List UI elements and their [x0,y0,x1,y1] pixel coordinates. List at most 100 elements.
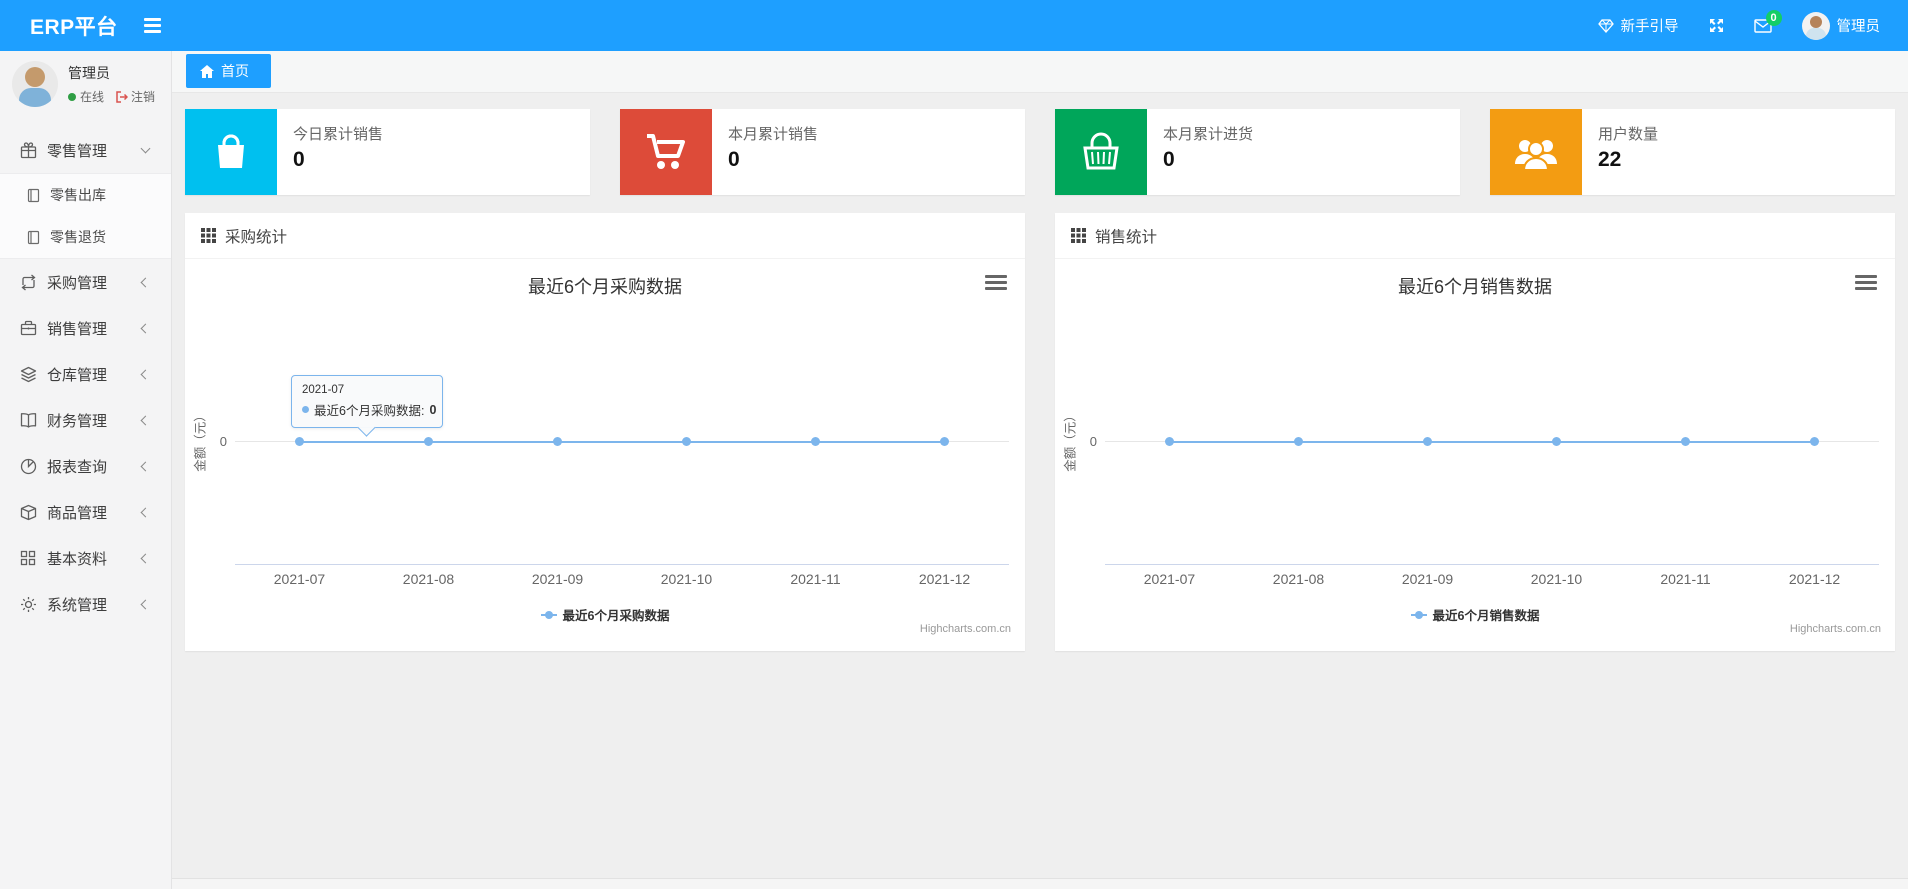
purchase-stats-panel: 采购统计 最近6个月采购数据 金额（元） 0 2021-07 2021-08 2… [185,213,1025,651]
card-value: 22 [1598,148,1622,171]
messages-button[interactable]: 0 [1753,9,1782,33]
card-label: 今日累计销售 [293,126,384,143]
sidebar-item-label: 采购管理 [47,274,108,292]
card-month-sales[interactable]: 本月累计销售 0 [620,109,1025,195]
sidebar-item-label: 销售管理 [47,320,108,338]
sidebar-item-label: 零售退货 [50,229,106,245]
sidebar-item-label: 基本资料 [47,550,108,568]
th-grid-icon [201,228,216,243]
basket-icon [1055,109,1147,195]
card-month-purchase[interactable]: 本月累计进货 0 [1055,109,1460,195]
sidebar-item-products[interactable]: 商品管理 [0,489,171,535]
series-dot-icon [302,406,309,413]
data-point[interactable] [1681,437,1690,446]
sidebar-item-reports[interactable]: 报表查询 [0,443,171,489]
online-status-label: 在线 [80,90,105,104]
series-line [299,441,945,443]
sidebar-username: 管理员 [68,65,110,81]
data-point[interactable] [1551,437,1561,446]
gear-icon [20,595,38,613]
data-point[interactable] [1423,437,1433,446]
sidebar-toggle-icon[interactable] [143,18,161,33]
data-point[interactable] [1164,437,1174,446]
sidebar-item-finance[interactable]: 财务管理 [0,397,171,443]
gift-icon [20,141,38,159]
sidebar-item-label: 报表查询 [47,458,108,476]
purchase-chart: 最近6个月采购数据 金额（元） 0 2021-07 2021-08 2021-0… [185,259,1025,649]
bottom-divider [172,878,1908,889]
y-axis-title: 金额（元） [1063,409,1078,472]
x-tick-label: 2021-08 [402,571,455,587]
data-point[interactable] [1810,437,1820,446]
x-axis-line [235,564,1009,565]
tab-home[interactable]: 首页 [186,54,271,88]
highcharts-credit-link[interactable]: Highcharts.com.cn [920,623,1011,635]
card-label: 用户数量 [1598,126,1659,143]
sidebar-item-purchase[interactable]: 采购管理 [0,259,171,305]
journal-icon [26,229,42,245]
y-axis-tick: 0 [1089,434,1097,449]
sidebar-item-label: 仓库管理 [47,366,108,384]
y-axis-tick: 0 [219,434,227,449]
sidebar-item-basic-data[interactable]: 基本资料 [0,535,171,581]
chart-panels-row: 采购统计 最近6个月采购数据 金额（元） 0 2021-07 2021-08 2… [185,213,1895,651]
sidebar-item-sales[interactable]: 销售管理 [0,305,171,351]
sidebar-item-retail-return[interactable]: 零售退货 [0,216,171,258]
briefcase-icon [20,319,38,337]
exchange-icon [20,273,38,291]
retail-submenu: 零售出库 零售退货 [0,173,171,259]
chart-tooltip: 2021-07 最近6个月采购数据: 0 [291,375,443,428]
shopping-bag-icon [185,109,277,195]
sidebar-item-label: 商品管理 [47,504,108,522]
legend-marker-icon [1410,610,1427,620]
logout-icon [116,90,129,103]
x-tick-label: 2021-09 [531,571,584,587]
guide-button[interactable]: 新手引导 [1597,15,1679,36]
chevron-left-icon [140,323,151,334]
card-value: 0 [1163,148,1175,171]
data-point[interactable] [940,437,950,446]
data-point[interactable] [553,437,563,446]
main-content: 首页 今日累计销售 0 本月累计销售 0 本月累计进货 0 用户数量 22 采购… [172,51,1908,889]
plot-area: 2021-07 2021-08 2021-09 2021-10 2021-11 … [235,259,1009,649]
fullscreen-button[interactable] [1709,18,1724,33]
user-menu[interactable]: 管理员 [1801,11,1881,40]
sales-chart: 最近6个月销售数据 金额（元） 0 2021-07 2021-08 2021-0… [1055,259,1895,649]
chevron-left-icon [140,277,151,288]
highcharts-credit-link[interactable]: Highcharts.com.cn [1790,623,1881,635]
legend-item[interactable]: 最近6个月销售数据 [1410,605,1539,624]
shopping-cart-icon [620,109,712,195]
card-user-count[interactable]: 用户数量 22 [1490,109,1895,195]
avatar [1801,11,1830,40]
legend-item[interactable]: 最近6个月采购数据 [540,605,669,624]
data-point[interactable] [1294,437,1303,446]
data-point[interactable] [424,437,433,446]
card-label: 本月累计进货 [1163,126,1254,143]
logout-button[interactable]: 注销 [116,88,155,105]
card-value: 0 [728,148,740,171]
username-label: 管理员 [1836,19,1881,35]
sidebar-item-label: 系统管理 [47,596,108,614]
data-point[interactable] [294,437,304,446]
card-today-sales[interactable]: 今日累计销售 0 [185,109,590,195]
x-tick-label: 2021-07 [273,571,326,587]
x-tick-label: 2021-10 [660,571,713,587]
chevron-left-icon [140,369,151,380]
sidebar-item-retail[interactable]: 零售管理 [0,127,171,173]
sidebar-item-label: 零售出库 [50,187,106,203]
panel-title: 采购统计 [225,228,288,246]
chevron-left-icon [140,415,151,426]
data-point[interactable] [811,437,820,446]
card-value: 0 [293,148,305,171]
sidebar-item-system[interactable]: 系统管理 [0,581,171,627]
data-point[interactable] [681,437,691,446]
users-icon [1490,109,1582,195]
fullscreen-icon [1709,18,1724,33]
message-count-badge: 0 [1765,9,1782,26]
tab-label: 首页 [221,63,249,79]
card-label: 本月累计销售 [728,126,819,143]
sidebar-item-warehouse[interactable]: 仓库管理 [0,351,171,397]
tooltip-label: 最近6个月采购数据: [314,404,425,418]
plot-area: 2021-07 2021-08 2021-09 2021-10 2021-11 … [1105,259,1879,649]
sidebar-item-retail-outbound[interactable]: 零售出库 [0,174,171,216]
